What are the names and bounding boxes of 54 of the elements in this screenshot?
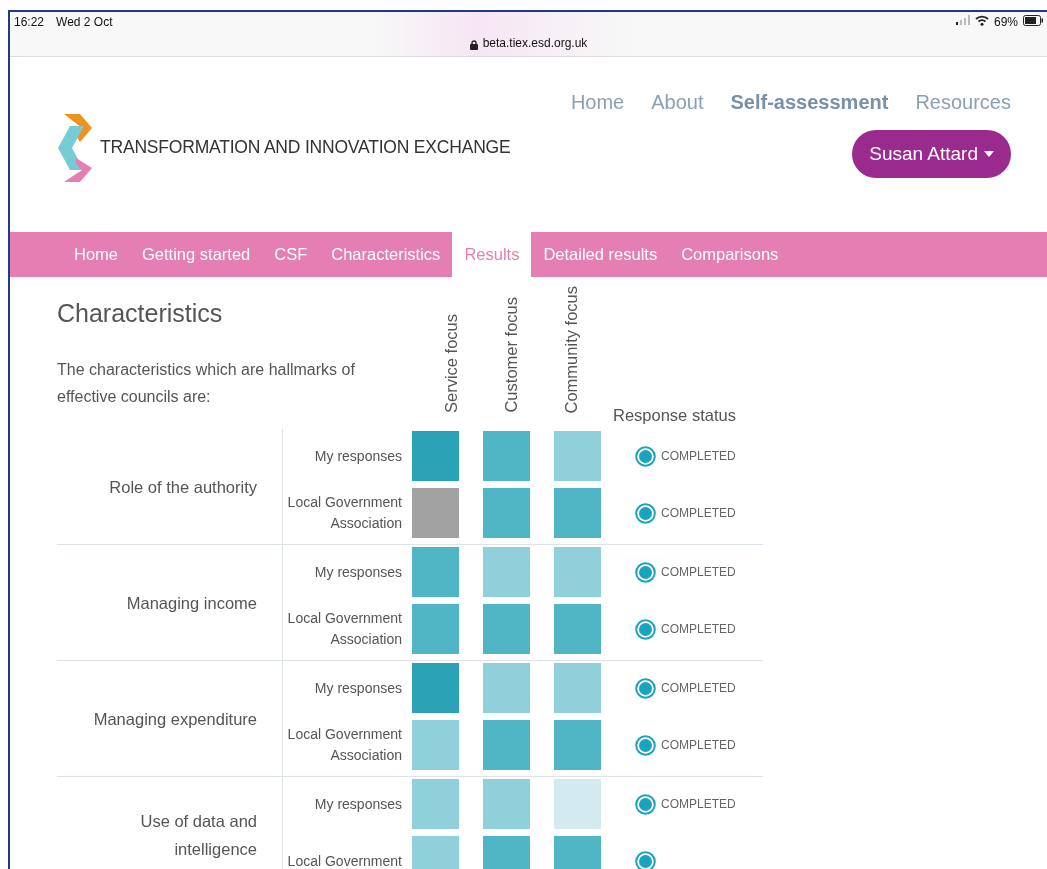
status-text: COMPLETED (661, 449, 736, 463)
status-text: COMPLETED (661, 622, 736, 636)
tab[interactable]: Characteristics (319, 232, 453, 277)
respondent-label: My responses (313, 678, 403, 698)
respondent-label: Local Government (286, 851, 403, 869)
battery-percent: 69% (993, 15, 1018, 29)
date: Wed 2 Oct (56, 15, 113, 31)
column-header: Community focus (561, 285, 581, 413)
page-title: Characteristics (57, 299, 224, 328)
status-dot-icon (635, 445, 656, 467)
tab[interactable]: Getting started (130, 232, 263, 277)
tab[interactable]: Home (62, 232, 130, 277)
url-text[interactable]: beta.tiex.esd.org.uk (482, 36, 588, 50)
status-text: COMPLETED (661, 506, 736, 520)
status-text: COMPLETED (661, 738, 736, 752)
column-header: Service focus (441, 313, 461, 413)
respondent-label: Local Government Association (286, 493, 403, 533)
caret-icon (984, 151, 994, 157)
status-dot-icon (635, 561, 656, 583)
column-header: Customer focus (501, 297, 521, 413)
status-dot-icon (635, 793, 656, 815)
column-header: Response status (613, 406, 737, 425)
nav-link[interactable]: About (651, 91, 704, 114)
respondent-label: My responses (313, 794, 403, 814)
respondent-label: My responses (313, 446, 403, 466)
user-menu-button[interactable]: Susan Attard (852, 130, 1011, 178)
site-logo-text: TRANSFORMATION AND INNOVATION EXCHANGE (100, 137, 511, 158)
battery-icon (1023, 15, 1043, 26)
status-dot-icon (635, 734, 656, 756)
characteristic-label: Role of the authority (109, 476, 257, 498)
signal-icon (955, 15, 970, 25)
status-dot-icon (635, 502, 656, 524)
status-text: COMPLETED (661, 797, 736, 811)
clock-time: 16:22 (14, 15, 45, 31)
status-text: COMPLETED (661, 565, 736, 579)
respondent-label: Local Government Association (286, 725, 403, 765)
nav-link[interactable]: Resources (915, 91, 1011, 114)
status-text: COMPLETED (661, 681, 736, 695)
wifi-icon (974, 15, 989, 26)
tab[interactable]: Results (452, 232, 532, 277)
tab[interactable]: Detailed results (531, 232, 670, 277)
lock-icon (469, 40, 478, 50)
nav-link[interactable]: Home (570, 91, 625, 114)
respondent-label: Local Government Association (286, 609, 403, 649)
characteristic-label: Use of data and intelligence (139, 810, 257, 860)
status-dot-icon (635, 618, 656, 640)
status-dot-icon (635, 677, 656, 699)
tab[interactable]: Comparisons (669, 232, 791, 277)
intro-text: The characteristics which are hallmarks of effective councils are: (57, 360, 356, 407)
tab[interactable]: CSF (262, 232, 320, 277)
nav-link[interactable]: Self-assessment (730, 91, 889, 114)
characteristic-label: Managing income (126, 592, 257, 614)
respondent-label: My responses (313, 562, 403, 582)
characteristic-label: Managing expenditure (93, 708, 257, 730)
